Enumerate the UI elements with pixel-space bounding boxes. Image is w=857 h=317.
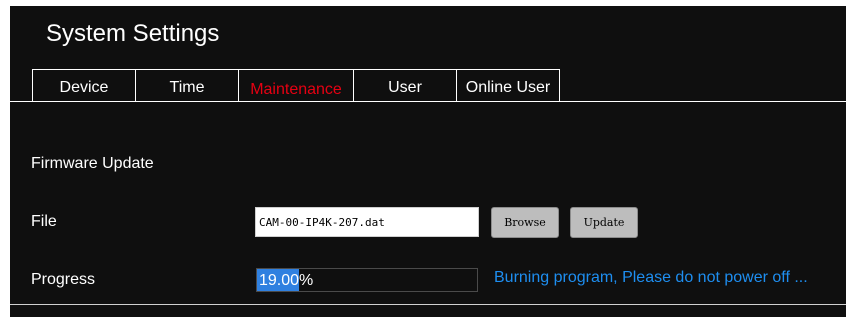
page-title: System Settings xyxy=(46,20,220,47)
bottom-divider xyxy=(10,304,846,305)
update-button[interactable]: Update xyxy=(570,207,638,238)
tab-device[interactable]: Device xyxy=(32,69,136,101)
status-message: Burning program, Please do not power off… xyxy=(494,269,808,286)
tab-online-user[interactable]: Online User xyxy=(456,69,560,101)
tab-maintenance[interactable]: Maintenance xyxy=(238,69,354,101)
file-label: File xyxy=(31,213,57,230)
progress-bar: 19.00% xyxy=(256,268,478,292)
settings-panel: System Settings Device Time Maintenance … xyxy=(10,6,846,317)
progress-percentage: 19.00% xyxy=(259,272,314,289)
tab-user[interactable]: User xyxy=(353,69,457,101)
section-title-firmware-update: Firmware Update xyxy=(31,155,154,172)
tab-divider xyxy=(10,101,846,102)
progress-label: Progress xyxy=(31,271,96,288)
tab-time[interactable]: Time xyxy=(135,69,239,101)
browse-button[interactable]: Browse xyxy=(491,207,559,238)
file-path-input[interactable] xyxy=(255,207,479,237)
